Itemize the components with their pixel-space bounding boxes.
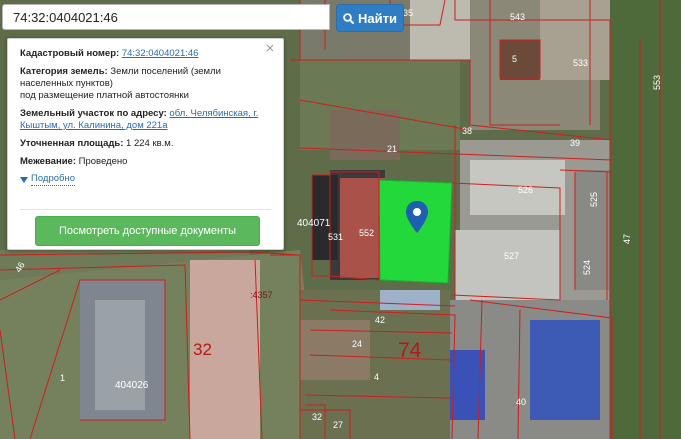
map-label: 42 xyxy=(375,315,385,325)
map-label: 39 xyxy=(570,138,580,148)
survey-value: Проведено xyxy=(78,156,128,167)
map-label: 531 xyxy=(328,232,343,242)
cadastral-link[interactable]: 74:32:0404021:46 xyxy=(122,48,199,59)
view-documents-button[interactable]: Посмотреть доступные документы xyxy=(35,216,260,246)
details-toggle[interactable]: Подробно xyxy=(20,173,271,186)
search-button-label: Найти xyxy=(358,10,397,26)
map-label: 404026 xyxy=(115,380,149,391)
map-label: 32 xyxy=(312,412,322,422)
map-label: 24 xyxy=(352,339,362,349)
map-label: 32 xyxy=(193,340,212,359)
map-label: 543 xyxy=(510,12,525,22)
search-bar: Найти xyxy=(2,4,404,32)
area-row: Уточненная площадь: 1 224 кв.м. xyxy=(20,138,271,150)
map-label: 47 xyxy=(622,234,632,244)
search-button[interactable]: Найти xyxy=(336,4,404,32)
close-icon[interactable]: × xyxy=(263,41,277,56)
map-label: :4357 xyxy=(250,290,273,300)
map-label: 552 xyxy=(359,228,374,238)
divider xyxy=(20,209,271,210)
cadastral-row: Кадастровый номер: 74:32:0404021:46 xyxy=(20,48,271,60)
map-label: 553 xyxy=(652,75,662,90)
caret-down-icon xyxy=(20,176,28,183)
map-label: 404071 xyxy=(297,218,331,229)
survey-label: Межевание: xyxy=(20,156,76,167)
cadastral-label: Кадастровый номер: xyxy=(20,48,120,59)
details-link[interactable]: Подробно xyxy=(31,173,75,186)
map-label: 21 xyxy=(387,144,397,154)
area-label: Уточненная площадь: xyxy=(20,138,124,149)
address-label: Земельный участок по адресу: xyxy=(20,108,167,119)
map-label: 1 xyxy=(60,373,65,383)
map-label: 5 xyxy=(512,54,517,64)
search-icon xyxy=(343,12,355,24)
map-label: 527 xyxy=(504,251,519,261)
map-label: 526 xyxy=(518,185,533,195)
search-input[interactable] xyxy=(2,4,330,30)
parcel-info-popup: × Кадастровый номер: 74:32:0404021:46 Ка… xyxy=(7,38,284,250)
area-value: 1 224 кв.м. xyxy=(126,138,174,149)
map-label: 74 xyxy=(398,339,422,362)
map-label: 533 xyxy=(573,58,588,68)
map-label: 27 xyxy=(333,420,343,430)
map-label: 4 xyxy=(374,372,379,382)
address-row: Земельный участок по адресу: обл. Челяби… xyxy=(20,108,271,132)
category-label: Категория земель: xyxy=(20,66,108,77)
map-label: 38 xyxy=(462,126,472,136)
map-label: 524 xyxy=(582,260,592,275)
map-label: 40 xyxy=(516,397,526,407)
map-label: 525 xyxy=(589,192,599,207)
category-use: под размещение платной автостоянки xyxy=(20,90,189,101)
category-row: Категория земель: Земли поселений (земли… xyxy=(20,66,271,102)
survey-row: Межевание: Проведено xyxy=(20,156,271,168)
